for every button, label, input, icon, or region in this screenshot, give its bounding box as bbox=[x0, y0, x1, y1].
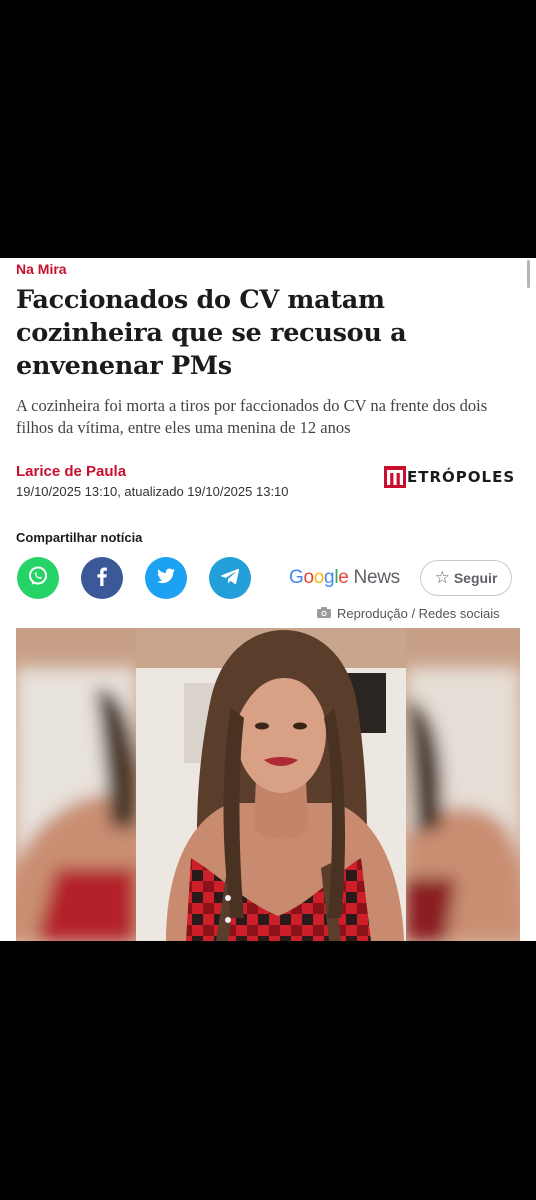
news-wordmark: News bbox=[353, 567, 401, 588]
author-name[interactable]: Larice de Paula bbox=[16, 463, 126, 480]
metropoles-logo[interactable]: ETRÓPOLES bbox=[384, 466, 515, 488]
twitter-icon bbox=[154, 564, 178, 593]
camera-icon bbox=[317, 606, 331, 621]
headline: Faccionados do CV matam cozinheira que s… bbox=[16, 285, 407, 381]
telegram-icon bbox=[218, 564, 242, 593]
share-whatsapp-button[interactable] bbox=[17, 557, 59, 599]
whatsapp-icon bbox=[26, 564, 50, 593]
google-wordmark: Google bbox=[289, 567, 349, 588]
logo-m-icon bbox=[384, 466, 406, 488]
share-label: Compartilhar notícia bbox=[16, 530, 143, 545]
photo-credit-text: Reprodução / Redes sociais bbox=[337, 606, 500, 621]
bottom-black-bar bbox=[0, 941, 536, 1200]
follow-button[interactable]: ☆ Seguir bbox=[420, 560, 512, 596]
share-twitter-button[interactable] bbox=[145, 557, 187, 599]
share-facebook-button[interactable] bbox=[81, 557, 123, 599]
share-telegram-button[interactable] bbox=[209, 557, 251, 599]
article-page: Na Mira Faccionados do CV matam cozinhei… bbox=[0, 258, 536, 941]
star-icon: ☆ bbox=[434, 568, 450, 587]
top-black-bar bbox=[0, 0, 536, 258]
section-tag[interactable]: Na Mira bbox=[16, 261, 67, 277]
logo-text: ETRÓPOLES bbox=[407, 468, 516, 486]
follow-label: Seguir bbox=[453, 570, 498, 586]
facebook-icon bbox=[90, 564, 114, 593]
publish-date: 19/10/2025 13:10, atualizado 19/10/2025 … bbox=[16, 484, 289, 499]
subtitle: A cozinheira foi morta a tiros por facci… bbox=[16, 396, 488, 437]
article-photo[interactable] bbox=[16, 628, 520, 941]
scrollbar[interactable] bbox=[527, 260, 530, 288]
google-news-logo[interactable]: Google News bbox=[289, 567, 400, 589]
photo-credit: Reprodução / Redes sociais bbox=[317, 606, 500, 621]
article-photo-image bbox=[16, 628, 520, 941]
